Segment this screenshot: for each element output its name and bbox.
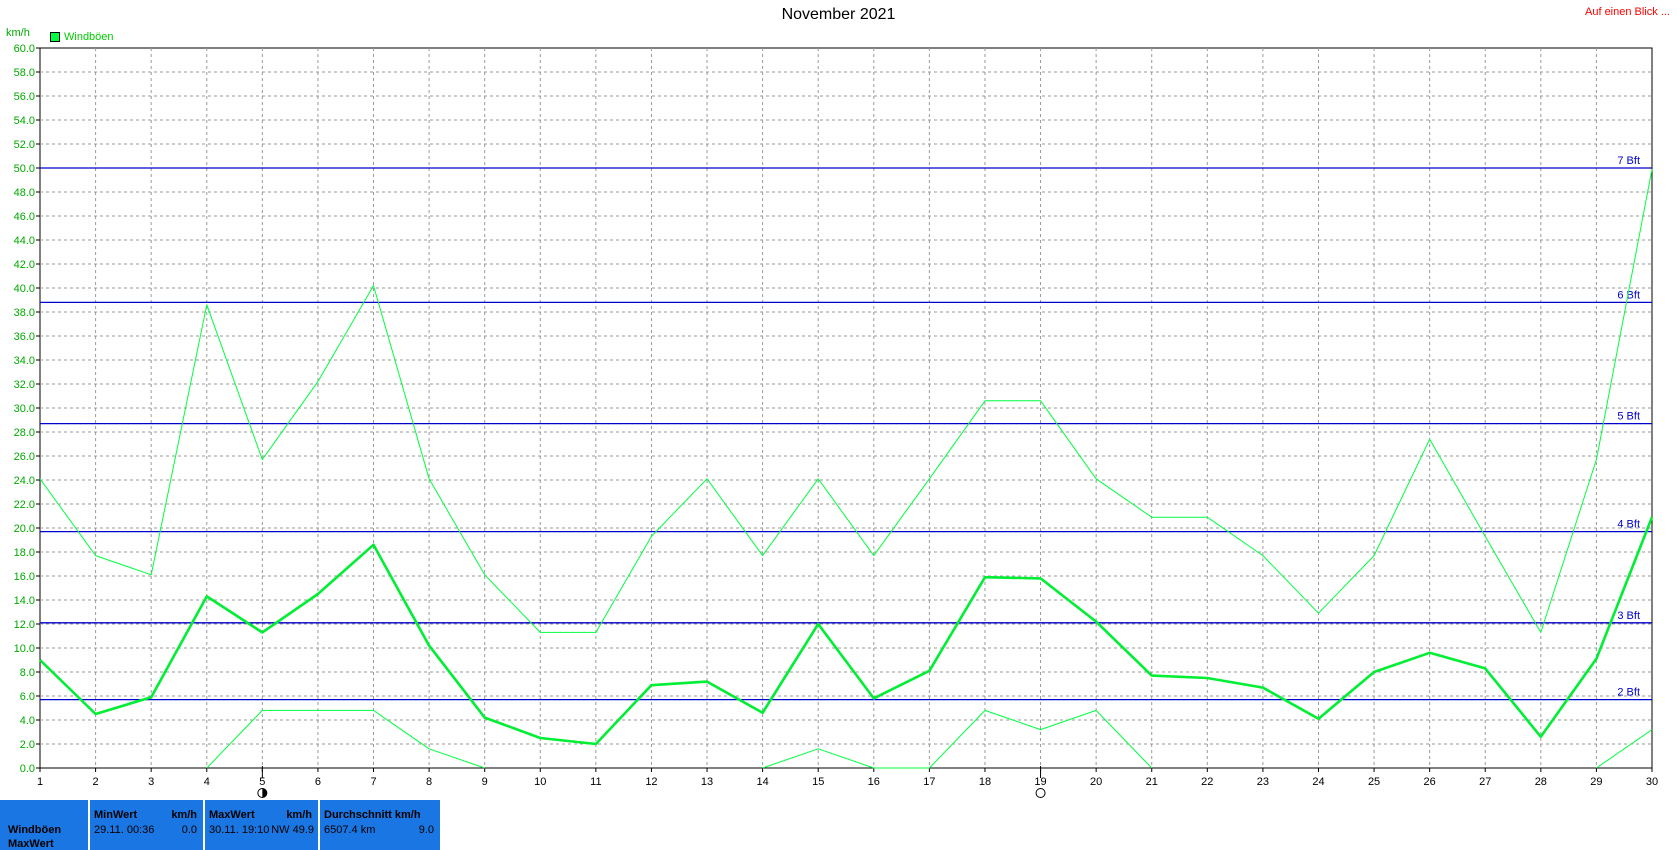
x-tick-label: 9	[482, 776, 488, 788]
x-tick-label: 3	[148, 776, 154, 788]
y-tick-label: 50.0	[14, 163, 35, 175]
stats-min-date: 29.11. 00:36	[94, 824, 155, 836]
stats-bar: Windböen MaxWert MinWert km/h 29.11. 00:…	[0, 800, 1677, 850]
y-tick-label: 10.0	[14, 643, 35, 655]
y-tick-label: 8.0	[20, 667, 35, 679]
x-tick-label: 21	[1146, 776, 1158, 788]
y-tick-label: 12.0	[14, 619, 35, 631]
stats-min-value: 0.0	[181, 824, 197, 836]
y-tick-label: 6.0	[20, 691, 35, 703]
stats-avg-distance: 6507.4 km	[324, 824, 376, 836]
y-tick-label: 32.0	[14, 379, 35, 391]
x-tick-label: 8	[426, 776, 432, 788]
x-tick-label: 6	[315, 776, 321, 788]
x-tick-label: 28	[1535, 776, 1547, 788]
y-tick-label: 60.0	[14, 43, 35, 55]
x-tick-label: 24	[1312, 776, 1324, 788]
y-tick-label: 4.0	[20, 715, 35, 727]
y-tick-label: 54.0	[14, 115, 35, 127]
x-tick-label: 16	[868, 776, 880, 788]
y-tick-label: 46.0	[14, 211, 35, 223]
y-tick-label: 2.0	[20, 739, 35, 751]
chart-plot: 0.0 2.0 4.0 6.0 8.0 10.0 12.0 14.0 16.0 18.0 20.0 2…	[14, 43, 1658, 798]
x-tick-label: 1	[37, 776, 43, 788]
y-tick-label: 40.0	[14, 283, 35, 295]
y-tick-label: 26.0	[14, 451, 35, 463]
stats-rowname-block: Windböen MaxWert	[0, 800, 88, 850]
x-tick-label: 29	[1590, 776, 1602, 788]
beaufort-label: 7 Bft	[1617, 155, 1640, 167]
y-tick-label: 20.0	[14, 523, 35, 535]
x-tick-label: 26	[1424, 776, 1436, 788]
y-tick-label: 52.0	[14, 139, 35, 151]
stats-min-head: MinWert	[94, 809, 138, 821]
y-tick-label: 42.0	[14, 259, 35, 271]
y-tick-label: 0.0	[20, 763, 35, 775]
y-tick-label: 34.0	[14, 355, 35, 367]
x-tick-label: 23	[1257, 776, 1269, 788]
stats-min-block: MinWert km/h 29.11. 00:36 0.0	[90, 800, 203, 850]
x-tick-label: 10	[534, 776, 546, 788]
y-tick-label: 24.0	[14, 475, 35, 487]
y-tick-label: 16.0	[14, 571, 35, 583]
x-tick-label: 7	[370, 776, 376, 788]
stats-max-block: MaxWert km/h 30.11. 19:10 NW 49.9	[205, 800, 318, 850]
y-tick-label: 30.0	[14, 403, 35, 415]
x-tick-label: 20	[1090, 776, 1102, 788]
y-tick-label: 58.0	[14, 67, 35, 79]
stats-avg-value: 9.0	[418, 824, 434, 836]
stats-row-name: Windböen	[8, 824, 62, 836]
y-tick-label: 38.0	[14, 307, 35, 319]
stats-min-unit: km/h	[171, 809, 197, 821]
y-tick-label: 56.0	[14, 91, 35, 103]
x-tick-label: 25	[1368, 776, 1380, 788]
stats-row-name: MaxWert	[8, 838, 54, 850]
stats-avg-head: Durchschnitt km/h	[324, 809, 421, 821]
stats-avg-block: Durchschnitt km/h 6507.4 km 9.0	[320, 800, 440, 850]
beaufort-label: 5 Bft	[1617, 411, 1640, 423]
stats-max-date: 30.11. 19:10	[209, 824, 270, 836]
beaufort-label: 4 Bft	[1617, 519, 1640, 531]
x-tick-label: 18	[979, 776, 991, 788]
x-tick-label: 30	[1646, 776, 1658, 788]
x-tick-label: 4	[204, 776, 210, 788]
stats-max-head: MaxWert	[209, 809, 255, 821]
y-tick-label: 44.0	[14, 235, 35, 247]
y-tick-label: 28.0	[14, 427, 35, 439]
x-tick-label: 11	[590, 776, 601, 788]
x-tick-label: 12	[645, 776, 657, 788]
x-tick-label: 22	[1201, 776, 1213, 788]
stats-max-unit: km/h	[286, 809, 312, 821]
x-tick-label: 14	[756, 776, 768, 788]
stats-max-value: NW 49.9	[271, 824, 314, 836]
y-tick-label: 48.0	[14, 187, 35, 199]
x-tick-label: 27	[1479, 776, 1491, 788]
x-tick-label: 2	[93, 776, 99, 788]
x-tick-label: 15	[812, 776, 824, 788]
full-moon-icon	[1035, 788, 1046, 798]
x-tick-label: 13	[701, 776, 713, 788]
y-tick-label: 36.0	[14, 331, 35, 343]
y-tick-label: 14.0	[14, 595, 35, 607]
beaufort-label: 2 Bft	[1617, 687, 1640, 699]
y-tick-label: 18.0	[14, 547, 35, 559]
beaufort-label: 3 Bft	[1617, 610, 1640, 622]
y-tick-label: 22.0	[14, 499, 35, 511]
x-tick-label: 17	[923, 776, 935, 788]
